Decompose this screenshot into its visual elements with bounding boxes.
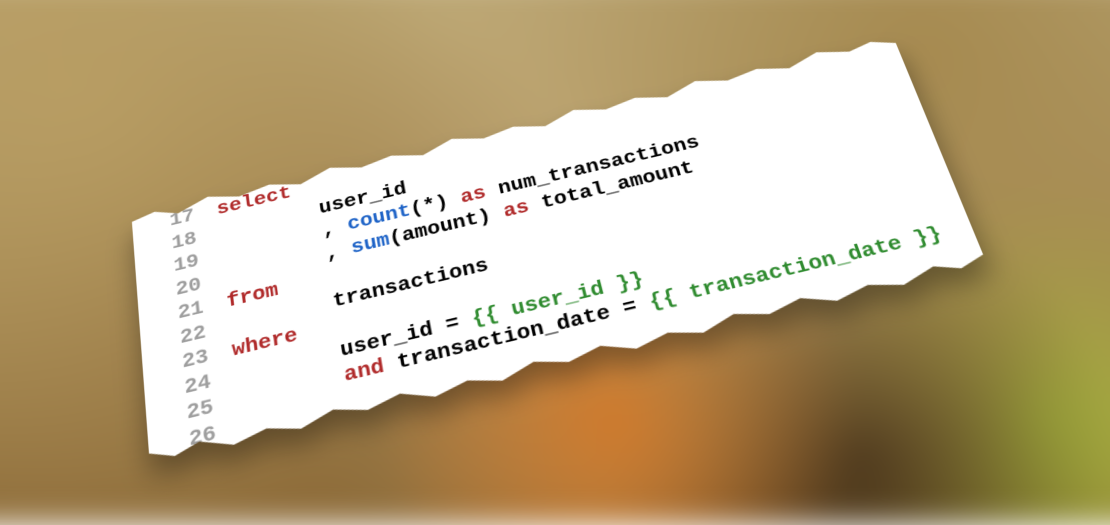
paper-wrap: 17select18 user_id19 , count(*) as num_t… (131, 32, 989, 470)
perspective-stage: 17select18 user_id19 , count(*) as num_t… (0, 0, 1110, 500)
code-snippet-paper: 17select18 user_id19 , count(*) as num_t… (131, 32, 989, 470)
